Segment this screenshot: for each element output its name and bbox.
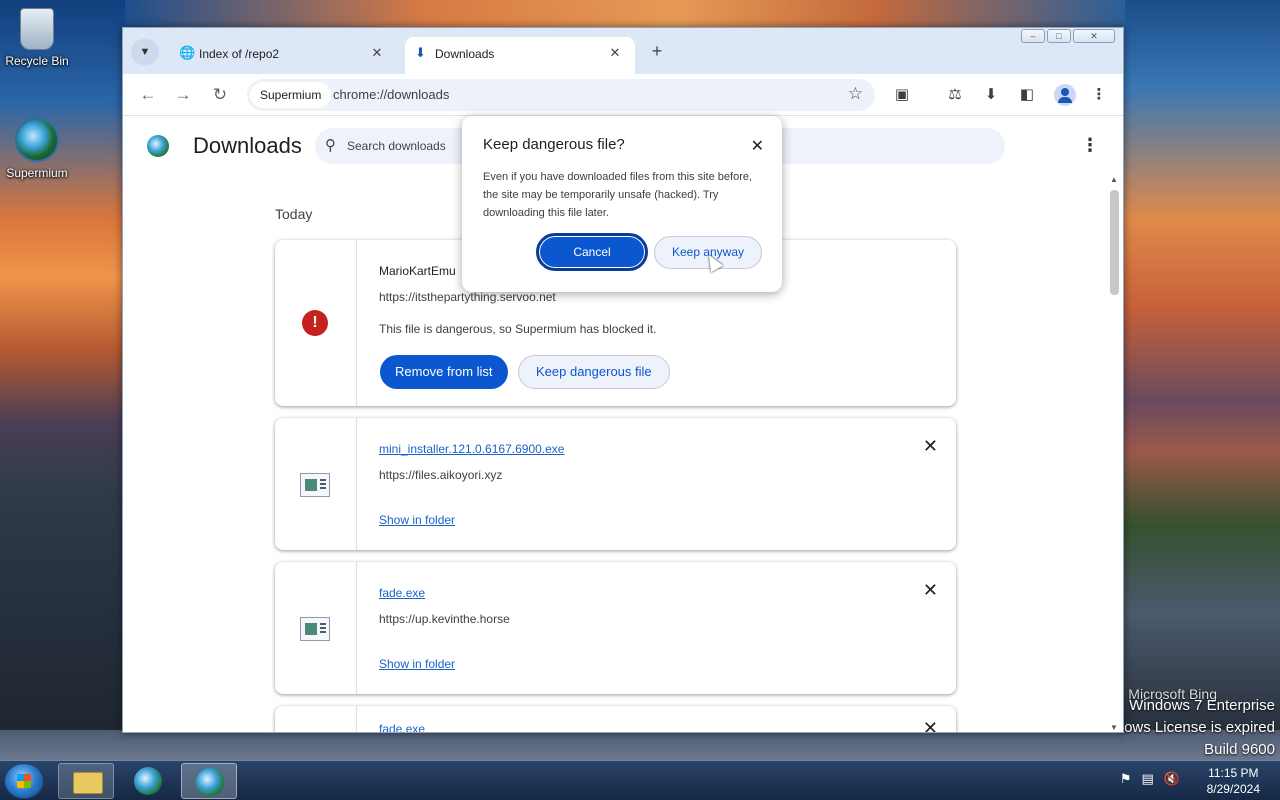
page-title: Downloads xyxy=(193,133,302,158)
desktop-wallpaper-lake xyxy=(0,730,1280,760)
labs-flask-icon[interactable]: ⚖ xyxy=(943,83,967,107)
back-arrow-icon[interactable]: ← xyxy=(135,82,161,108)
tab-index-repo2[interactable]: 🌐 Index of /repo2 ✕ xyxy=(169,37,397,74)
cancel-button[interactable]: Cancel xyxy=(536,233,648,271)
network-icon[interactable]: ▤ xyxy=(1142,771,1154,787)
forward-arrow-icon[interactable]: → xyxy=(170,82,196,108)
scroll-up-arrow-icon[interactable]: ▲ xyxy=(1110,175,1118,184)
globe-icon: 🌐 xyxy=(179,45,196,60)
file-icon xyxy=(300,617,330,641)
side-panel-icon[interactable]: ◧ xyxy=(1015,83,1039,107)
taskbar-supermium[interactable] xyxy=(120,763,176,799)
extensions-icon[interactable]: ▣ xyxy=(890,83,914,107)
desktop-icon-supermium[interactable]: Supermium xyxy=(0,118,77,180)
download-filename-link[interactable]: fade.exe xyxy=(379,722,425,732)
action-center-flag-icon[interactable]: ⚑ xyxy=(1120,771,1132,787)
volume-muted-icon[interactable]: 🔇 xyxy=(1164,771,1180,787)
scroll-down-arrow-icon[interactable]: ▼ xyxy=(1110,723,1118,732)
dialog-body: Even if you have downloaded files from t… xyxy=(483,171,753,219)
desktop-wallpaper-left xyxy=(0,0,125,730)
search-placeholder: Search downloads xyxy=(347,139,446,153)
profile-avatar[interactable] xyxy=(1054,84,1076,106)
tab-close-icon[interactable]: ✕ xyxy=(367,43,387,63)
url-text[interactable]: chrome://downloads xyxy=(333,87,449,102)
section-label: Today xyxy=(275,206,313,222)
card-divider xyxy=(356,418,357,550)
browser-toolbar: ← → ↻ Supermium chrome://downloads ☆ ▣ ⚖… xyxy=(123,74,1123,116)
search-icon: ⚲ xyxy=(325,137,336,154)
download-url: https://up.kevinthe.horse xyxy=(379,612,510,626)
taskbar-file-explorer[interactable] xyxy=(58,763,114,799)
desktop-wallpaper-top xyxy=(125,0,1125,28)
card-divider xyxy=(356,240,357,406)
file-icon xyxy=(300,473,330,497)
download-url: https://itsthepartything.servoo.net xyxy=(379,290,556,304)
window-controls: – □ ✕ xyxy=(1021,29,1115,43)
minimize-button[interactable]: – xyxy=(1021,29,1045,43)
danger-exclamation-icon: ! xyxy=(302,310,328,336)
download-item: mini_installer.121.0.6167.6900.exe https… xyxy=(275,418,956,550)
card-divider xyxy=(356,562,357,694)
scroll-thumb[interactable] xyxy=(1110,190,1119,295)
tab-downloads[interactable]: ⬇ Downloads ✕ xyxy=(405,37,635,74)
new-tab-button[interactable]: + xyxy=(645,40,669,64)
desktop-icon-label: Supermium xyxy=(6,166,68,180)
taskbar: ⚑ ▤ 🔇 11:15 PM 8/29/2024 xyxy=(0,760,1280,800)
remove-item-close-icon[interactable]: ✕ xyxy=(923,718,938,732)
remove-item-close-icon[interactable]: ✕ xyxy=(923,436,938,457)
download-url: https://files.aikoyori.xyz xyxy=(379,468,503,482)
download-item: fade.exe https://up.kevinthe.horse Show … xyxy=(275,562,956,694)
bookmark-star-icon[interactable]: ☆ xyxy=(848,84,863,104)
maximize-button[interactable]: □ xyxy=(1047,29,1071,43)
tab-label: Index of /repo2 xyxy=(199,47,280,61)
download-filename-link[interactable]: fade.exe xyxy=(379,586,425,600)
watermark-line3: Build 9600 xyxy=(1204,741,1275,758)
taskbar-clock[interactable]: 11:15 PM 8/29/2024 xyxy=(1207,765,1260,797)
supermium-icon xyxy=(15,118,59,162)
desktop-icon-label: Recycle Bin xyxy=(5,54,69,68)
supermium-icon xyxy=(134,767,162,795)
keep-dangerous-file-button[interactable]: Keep dangerous file xyxy=(518,355,670,389)
keep-dangerous-file-dialog: Keep dangerous file? ✕ Even if you have … xyxy=(462,116,782,292)
remove-from-list-button[interactable]: Remove from list xyxy=(380,355,508,389)
address-bar[interactable]: Supermium chrome://downloads ☆ xyxy=(247,79,875,111)
show-in-folder-link[interactable]: Show in folder xyxy=(379,657,455,671)
browser-menu-icon[interactable]: ⋮ xyxy=(1087,83,1111,107)
recycle-bin-icon xyxy=(20,8,54,50)
tab-label: Downloads xyxy=(435,47,495,61)
clock-time: 11:15 PM xyxy=(1208,766,1259,780)
watermark-line1: Windows 7 Enterprise xyxy=(1129,697,1275,714)
page-menu-icon[interactable]: ⋮ xyxy=(1081,135,1099,156)
remove-item-close-icon[interactable]: ✕ xyxy=(923,580,938,601)
watermark-line2: dows License is expired xyxy=(1115,719,1275,736)
supermium-logo-icon xyxy=(147,135,169,157)
desktop-wallpaper-right xyxy=(1124,0,1280,730)
show-in-folder-link[interactable]: Show in folder xyxy=(379,513,455,527)
page-scrollbar[interactable]: ▲ ▼ xyxy=(1107,175,1121,732)
danger-message: This file is dangerous, so Supermium has… xyxy=(379,322,657,336)
download-icon: ⬇ xyxy=(415,45,426,60)
download-filename-link[interactable]: mini_installer.121.0.6167.6900.exe xyxy=(379,442,564,456)
site-chip[interactable]: Supermium xyxy=(250,82,332,108)
start-button[interactable] xyxy=(4,763,44,799)
tab-strip: ▼ 🌐 Index of /repo2 ✕ ⬇ Downloads ✕ + – … xyxy=(123,28,1123,74)
download-filename: MarioKartEmu xyxy=(379,264,456,278)
download-item: fade.exe ✕ xyxy=(275,706,956,732)
reload-icon[interactable]: ↻ xyxy=(207,82,233,108)
taskbar-supermium-active[interactable] xyxy=(181,763,237,799)
tab-search-button[interactable]: ▼ xyxy=(131,39,159,65)
tab-close-icon[interactable]: ✕ xyxy=(605,43,625,63)
downloads-toolbar-icon[interactable]: ⬇ xyxy=(979,83,1003,107)
dialog-title: Keep dangerous file? xyxy=(483,136,625,153)
supermium-icon xyxy=(196,768,224,796)
system-tray: ⚑ ▤ 🔇 xyxy=(1120,771,1180,787)
close-window-button[interactable]: ✕ xyxy=(1073,29,1115,43)
desktop-icon-recycle-bin[interactable]: Recycle Bin xyxy=(0,8,77,68)
dialog-close-icon[interactable]: ✕ xyxy=(751,136,764,156)
card-divider xyxy=(356,706,357,732)
clock-date: 8/29/2024 xyxy=(1206,782,1260,796)
